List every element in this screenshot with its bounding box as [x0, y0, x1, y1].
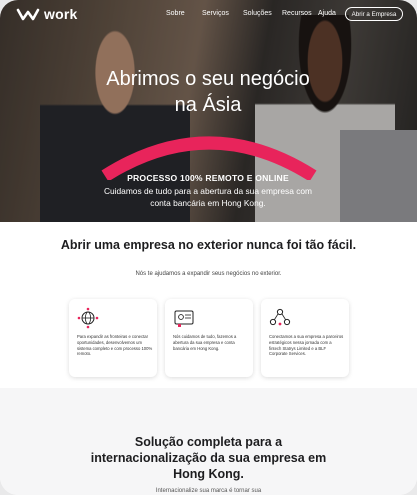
feature-card-text: Para expandir as fronteiras e conectar o…: [77, 334, 153, 357]
logo-text: work: [44, 6, 78, 22]
open-company-button[interactable]: Abrir a Empresa: [345, 7, 403, 21]
w-logo-icon: [16, 8, 40, 21]
feature-card-bank: Nós cuidamos de tudo, fazemos a abertura…: [165, 299, 253, 377]
hero-arc: [101, 136, 317, 180]
hero-title: Abrimos o seu negócio na Ásia: [106, 68, 310, 116]
hero-description: Cuidamos de tudo para a abertura da sua …: [103, 186, 313, 208]
globe-network-icon: [77, 307, 99, 329]
logo[interactable]: work: [16, 6, 77, 22]
nav-link-sobre[interactable]: Sobre: [166, 10, 185, 17]
nav-link-servicos[interactable]: Serviços: [202, 10, 229, 17]
section-title-solution: Solução completa para a internacionaliza…: [90, 435, 327, 481]
page: work Sobre Serviços Soluções Recursos Aj…: [0, 0, 417, 495]
feature-card-partners: Conectamos a sua empresa a parceiros est…: [261, 299, 349, 377]
nav-link-solucoes[interactable]: Soluções: [243, 10, 272, 17]
hero-banner: work Sobre Serviços Soluções Recursos Aj…: [0, 0, 417, 222]
section-subtitle-expand: Nós te ajudamos a expandir seus negócios…: [135, 271, 282, 277]
people-network-icon: [269, 308, 291, 326]
section-title-expand: Abrir uma empresa no exterior nunca foi …: [60, 238, 357, 252]
nav-link-recursos[interactable]: Recursos: [282, 10, 312, 17]
hero-subtitle: PROCESSO 100% REMOTO E ONLINE: [127, 173, 289, 183]
navbar: work Sobre Serviços Soluções Recursos Aj…: [0, 0, 417, 30]
feature-card-text: Conectamos a sua empresa a parceiros est…: [269, 334, 344, 357]
feature-card-text: Nós cuidamos de tudo, fazemos a abertura…: [173, 334, 237, 351]
section-description-solution: Internacionalize sua marca é tornar sua: [155, 488, 262, 494]
feature-card-remote: Para expandir as fronteiras e conectar o…: [69, 299, 157, 377]
nav-link-ajuda[interactable]: Ajuda: [318, 10, 336, 17]
bank-document-icon: [174, 310, 194, 327]
